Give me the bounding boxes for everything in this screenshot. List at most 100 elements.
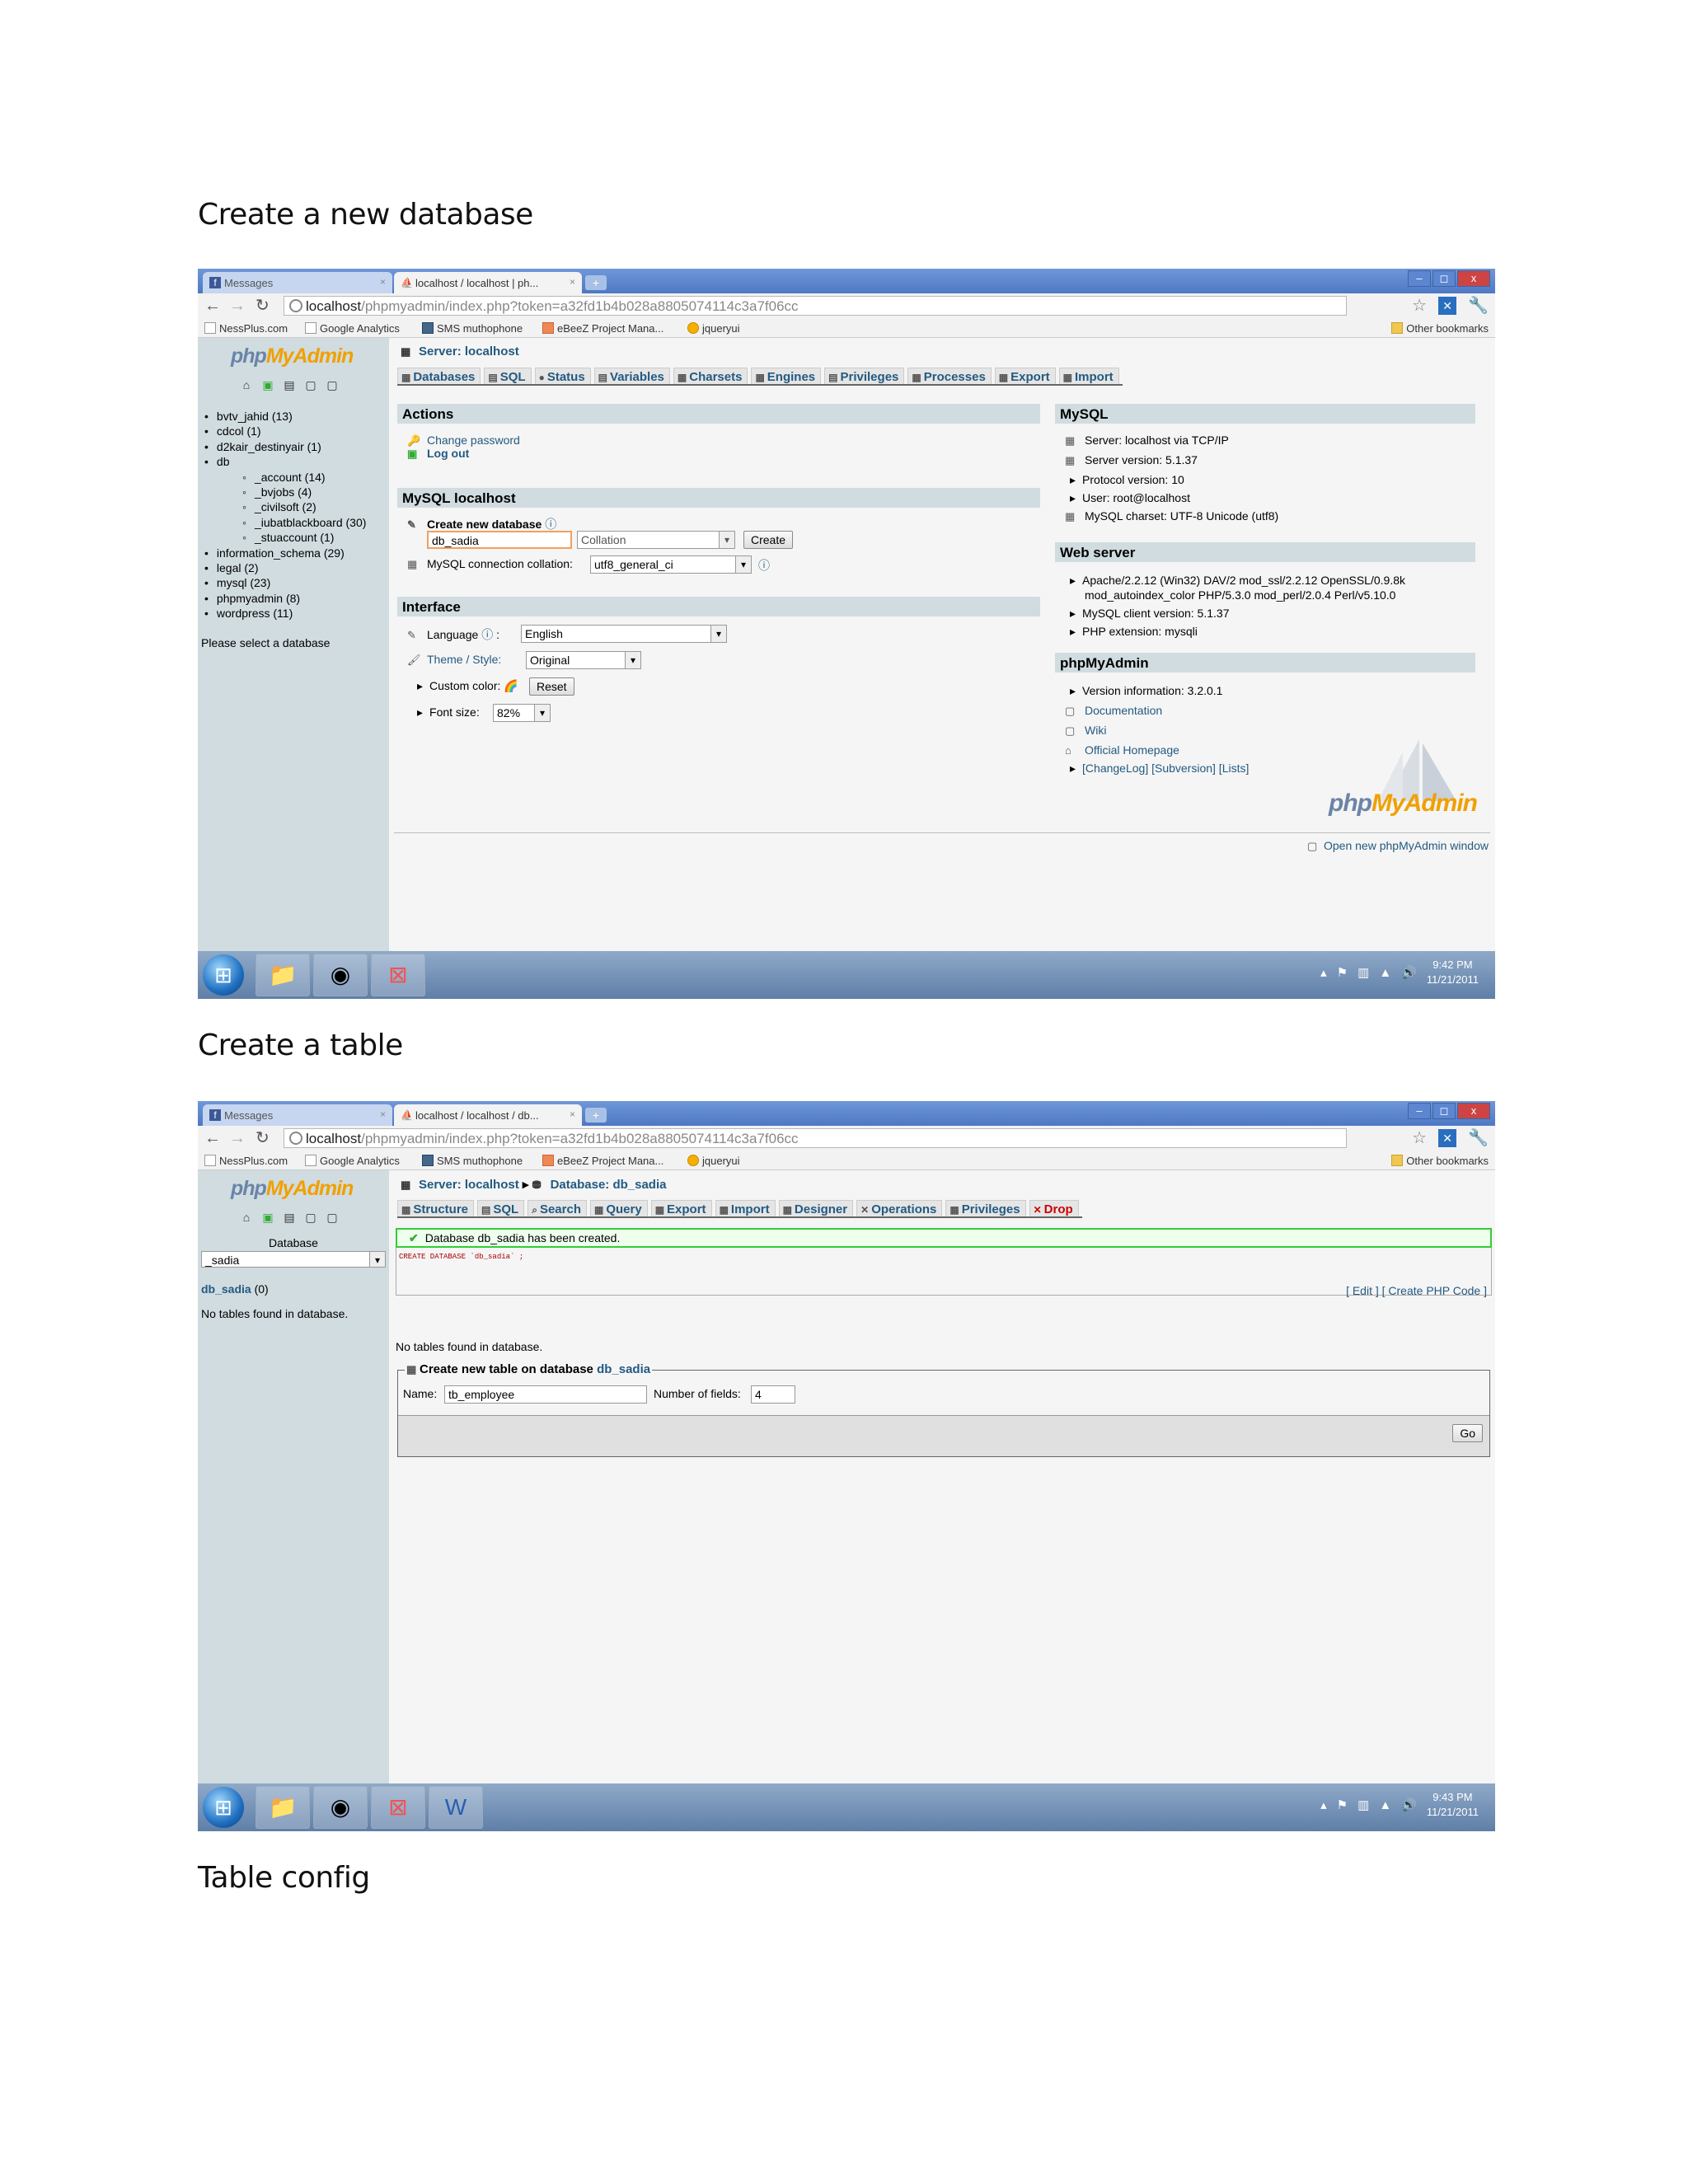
volume-icon[interactable]: 🔊 <box>1401 1797 1417 1812</box>
wiki-link[interactable]: ▢ Wiki <box>1065 724 1106 738</box>
change-password-link[interactable]: 🔑 Change password <box>407 434 520 448</box>
word-taskbar-icon[interactable]: W <box>429 1786 483 1829</box>
chrome-taskbar-icon[interactable]: ◉ <box>313 1786 368 1829</box>
extension-icon[interactable]: ✕ <box>1438 1129 1457 1147</box>
tab-status[interactable]: ● Status <box>534 368 591 384</box>
help-icon[interactable]: ⓘ <box>758 557 770 574</box>
explorer-taskbar-icon[interactable]: 📁 <box>256 954 310 996</box>
reset-button[interactable]: Reset <box>529 677 574 696</box>
create-button[interactable]: Create <box>743 531 794 549</box>
pma-links[interactable]: [ChangeLog] [Subversion] [Lists] <box>1070 762 1249 776</box>
start-button[interactable]: ⊞ <box>203 954 244 996</box>
tab-drop[interactable]: ✕ Drop <box>1029 1200 1079 1216</box>
theme-select[interactable]: Original <box>526 651 641 669</box>
new-tab-button[interactable]: + <box>585 275 607 290</box>
close-icon[interactable]: × <box>380 276 386 288</box>
bookmark-item[interactable]: jqueryui <box>687 1155 740 1167</box>
tab-structure[interactable]: ▦ Structure <box>397 1200 475 1216</box>
minimize-button[interactable]: – <box>1408 1103 1431 1119</box>
database-list-item[interactable]: _iubatblackboard (30) <box>204 515 366 530</box>
other-bookmarks[interactable]: Other bookmarks <box>1391 1155 1489 1167</box>
database-list-item[interactable]: phpmyadmin (8) <box>204 591 366 606</box>
back-icon[interactable]: ← <box>204 297 221 315</box>
network-icon[interactable]: ▥ <box>1357 1797 1369 1812</box>
minimize-button[interactable]: – <box>1408 270 1431 287</box>
tab-phpmyadmin[interactable]: ⛵ localhost / localhost / db... × <box>394 1104 582 1126</box>
database-list-item[interactable]: d2kair_destinyair (1) <box>204 439 366 454</box>
bookmark-item[interactable]: jqueryui <box>687 322 740 335</box>
address-bar[interactable]: localhost/phpmyadmin/index.php?token=a32… <box>284 1128 1347 1148</box>
star-icon[interactable]: ☆ <box>1412 297 1427 315</box>
other-bookmarks[interactable]: Other bookmarks <box>1391 322 1489 335</box>
go-button[interactable]: Go <box>1452 1424 1483 1442</box>
close-icon[interactable]: × <box>570 276 575 288</box>
extension-icon[interactable]: ✕ <box>1438 297 1457 315</box>
help-icon[interactable]: ▢ <box>325 1210 340 1225</box>
chrome-taskbar-icon[interactable]: ◉ <box>313 954 368 996</box>
tab-processes[interactable]: ▦ Processes <box>907 368 992 384</box>
log-out-link[interactable]: ▣ Log out <box>407 447 469 461</box>
close-icon[interactable]: × <box>380 1108 386 1120</box>
server-breadcrumb[interactable]: ▦ Server: localhost <box>401 344 519 359</box>
language-select[interactable]: English <box>521 625 727 643</box>
tab-export[interactable]: ▦ Export <box>994 368 1056 384</box>
tab-databases[interactable]: ▦ Databases <box>397 368 481 384</box>
new-tab-button[interactable]: + <box>585 1108 607 1122</box>
bookmark-item[interactable]: NessPlus.com <box>204 1155 288 1167</box>
database-list-item[interactable]: information_schema (29) <box>204 546 366 560</box>
tray-arrow-icon[interactable]: ▴ <box>1320 1797 1327 1812</box>
help-icon[interactable]: ⓘ <box>481 628 493 641</box>
forward-icon[interactable]: → <box>229 297 246 315</box>
clock[interactable]: 9:42 PM 11/21/2011 <box>1427 958 1479 987</box>
star-icon[interactable]: ☆ <box>1412 1129 1427 1147</box>
bookmark-item[interactable]: Google Analytics <box>305 1155 400 1167</box>
tab-phpmyadmin[interactable]: ⛵ localhost / localhost | ph... × <box>394 272 582 293</box>
address-bar[interactable]: localhost/phpmyadmin/index.php?token=a32… <box>284 296 1347 316</box>
edit-links[interactable]: [ Edit ] [ Create PHP Code ] <box>1346 1284 1487 1297</box>
phpmyadmin-logo[interactable]: phpMyAdmin <box>231 1177 354 1201</box>
explorer-taskbar-icon[interactable]: 📁 <box>256 1786 310 1829</box>
tab-query[interactable]: ▦ Query <box>590 1200 648 1216</box>
bookmark-item[interactable]: Google Analytics <box>305 322 400 335</box>
tab-charsets[interactable]: ▦ Charsets <box>673 368 748 384</box>
database-list-item[interactable]: mysql (23) <box>204 575 366 590</box>
flag-icon[interactable]: ⚑ <box>1337 965 1348 980</box>
database-list-item[interactable]: legal (2) <box>204 560 366 575</box>
bookmark-item[interactable]: eBeeZ Project Mana... <box>542 322 663 335</box>
database-list-item[interactable]: bvtv_jahid (13) <box>204 409 366 424</box>
close-window-button[interactable]: x <box>1457 270 1490 287</box>
exit-icon[interactable]: ▣ <box>260 1210 275 1225</box>
flag-icon[interactable]: ⚑ <box>1337 1797 1348 1812</box>
help-icon[interactable]: ⓘ <box>545 518 556 531</box>
bookmark-item[interactable]: NessPlus.com <box>204 322 288 335</box>
phpmyadmin-logo[interactable]: phpMyAdmin <box>231 344 354 368</box>
forward-icon[interactable]: → <box>229 1129 246 1147</box>
help-icon[interactable]: ▢ <box>325 377 340 392</box>
db-sadia-link[interactable]: db_sadia <box>201 1282 251 1296</box>
reload-icon[interactable]: ↻ <box>256 1129 270 1147</box>
start-button[interactable]: ⊞ <box>203 1787 244 1828</box>
database-link[interactable]: Database: db_sadia <box>551 1178 667 1192</box>
exit-icon[interactable]: ▣ <box>260 377 275 392</box>
tab-operations[interactable]: ✕ Operations <box>856 1200 943 1216</box>
tab-privileges[interactable]: ▤ Privileges <box>824 368 905 384</box>
tray-arrow-icon[interactable]: ▴ <box>1320 965 1327 980</box>
database-list-item[interactable]: db <box>204 454 366 469</box>
bookmark-item[interactable]: eBeeZ Project Mana... <box>542 1155 663 1167</box>
docs-icon[interactable]: ▢ <box>303 1210 318 1225</box>
connection-collation-select[interactable]: utf8_general_ci <box>590 555 752 574</box>
database-list-item[interactable]: _bvjobs (4) <box>204 485 366 499</box>
font-size-select[interactable]: 82% <box>493 704 551 722</box>
wrench-icon[interactable]: 🔧 <box>1468 1129 1489 1147</box>
documentation-link[interactable]: ▢ Documentation <box>1065 704 1162 718</box>
official-homepage-link[interactable]: ⌂ Official Homepage <box>1065 743 1179 757</box>
reload-icon[interactable]: ↻ <box>256 297 270 315</box>
database-list-item[interactable]: wordpress (11) <box>204 606 366 621</box>
table-name-input[interactable]: tb_employee <box>444 1385 647 1404</box>
close-window-button[interactable]: x <box>1457 1103 1490 1119</box>
server-link[interactable]: Server: localhost <box>419 1178 519 1192</box>
clock[interactable]: 9:43 PM 11/21/2011 <box>1427 1790 1479 1820</box>
database-list-item[interactable]: cdcol (1) <box>204 424 366 438</box>
tab-import[interactable]: ▦ Import <box>1058 368 1119 384</box>
number-of-fields-input[interactable]: 4 <box>751 1385 795 1404</box>
